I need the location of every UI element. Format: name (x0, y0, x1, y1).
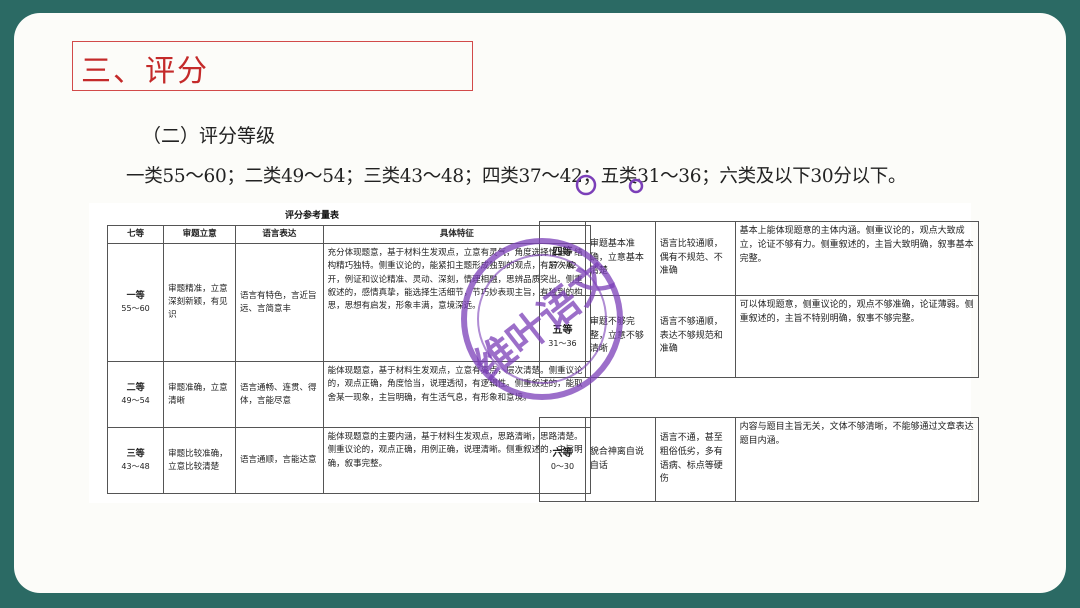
header-cell: 审题立意 (163, 224, 237, 245)
grading-table-right-lower: 六等 0～30 貌合神离自说自话 语言不通，甚至粗俗低劣，多有语病、标点等硬伤 内… (539, 417, 980, 502)
language-cell: 语言不够通顺，表达不够规范和准确 (654, 295, 736, 378)
grade-name: 四等 (552, 246, 573, 258)
grade-range: 31～36 (548, 339, 577, 349)
table-title: 评分参考量表 (285, 211, 340, 221)
grade-range: 0～30 (550, 462, 575, 472)
grade-name: 五等 (552, 324, 573, 336)
feature-cell: 内容与题目主旨无关，文体不够清晰，不能够通过文章表达题目内涵。 (734, 417, 980, 502)
grading-table-left: 七等 审题立意 语言表达 具体特征 一等 55～60 审题精准，立意深刻新颖，有见… (106, 224, 592, 495)
section-title-box: 三、评分 (72, 41, 473, 91)
language-cell: 语言有特色，言近旨远、言简意丰 (235, 243, 324, 363)
language-cell: 语言通顺，言能达意 (235, 427, 324, 495)
language-cell: 语言不通，甚至粗俗低劣，多有语病、标点等硬伤 (654, 417, 736, 502)
grade-name: 三等 (126, 448, 145, 459)
table-row: 五等 31～36 审题不够完整，立意不够清晰 语言不够通顺，表达不够规范和准确 可… (539, 295, 980, 378)
topic-cell: 审题精准，立意深刻新颖，有见识 (163, 243, 237, 363)
table-row: 二等 49～54 审题准确，立意清晰 语言通畅、连贯、得体，言能尽意 能体现题意，… (106, 361, 592, 429)
topic-cell: 貌合神离自说自话 (584, 417, 656, 502)
grade-range: 43～48 (121, 462, 150, 472)
header-cell: 语言表达 (235, 224, 324, 245)
header-cell: 七等 (106, 224, 165, 245)
grading-table-right: 四等 37～42 审题基本准确，立意基本清楚 语言比较通顺，偶有不规范、不准确 基… (539, 221, 980, 378)
score-categories-line: 一类55～60；二类49～54；三类43～48；四类37～42；五类31～36；… (126, 166, 907, 187)
grade-cell: 一等 55～60 (106, 243, 165, 363)
grade-name: 一等 (126, 290, 145, 301)
topic-cell: 审题不够完整，立意不够清晰 (584, 295, 656, 378)
grade-name: 六等 (552, 447, 573, 459)
table-row: 四等 37～42 审题基本准确，立意基本清楚 语言比较通顺，偶有不规范、不准确 基… (539, 221, 980, 296)
language-cell: 语言比较通顺，偶有不规范、不准确 (654, 221, 736, 296)
grade-range: 49～54 (121, 396, 150, 406)
grade-range: 55～60 (121, 304, 150, 314)
grade-cell: 二等 49～54 (106, 361, 165, 429)
grade-cell: 五等 31～36 (539, 295, 586, 378)
grade-cell: 六等 0～30 (539, 417, 586, 502)
section-title: 三、评分 (81, 54, 209, 89)
topic-cell: 审题准确，立意清晰 (163, 361, 237, 429)
grade-cell: 四等 37～42 (539, 221, 586, 296)
subtitle: （二）评分等级 (142, 125, 276, 147)
feature-cell: 可以体现题意，侧重议论的，观点不够准确，论证薄弱。侧重叙述的，主旨不特别明确，叙… (734, 295, 980, 378)
grade-cell: 三等 43～48 (106, 427, 165, 495)
slide: 三、评分 （二）评分等级 一类55～60；二类49～54；三类43～48；四类3… (14, 13, 1066, 593)
grade-range: 37～42 (548, 261, 577, 271)
table-row: 一等 55～60 审题精准，立意深刻新颖，有见识 语言有特色，言近旨远、言简意丰 … (106, 243, 592, 363)
table-row: 三等 43～48 审题比较准确，立意比较清楚 语言通顺，言能达意 能体现题意的主要… (106, 427, 592, 495)
topic-cell: 审题基本准确，立意基本清楚 (584, 221, 656, 296)
topic-cell: 审题比较准确，立意比较清楚 (163, 427, 237, 495)
grade-name: 二等 (126, 382, 145, 393)
scoring-table-image: 评分参考量表 七等 审题立意 语言表达 具体特征 一等 55～60 审题精准，立意… (89, 203, 980, 503)
table-header-row: 七等 审题立意 语言表达 具体特征 (106, 224, 592, 245)
table-row: 六等 0～30 貌合神离自说自话 语言不通，甚至粗俗低劣，多有语病、标点等硬伤 内… (539, 417, 980, 502)
feature-cell: 基本上能体现题意的主体内涵。侧重议论的，观点大致成立，论证不够有力。侧重叙述的，… (734, 221, 980, 296)
language-cell: 语言通畅、连贯、得体，言能尽意 (235, 361, 324, 429)
